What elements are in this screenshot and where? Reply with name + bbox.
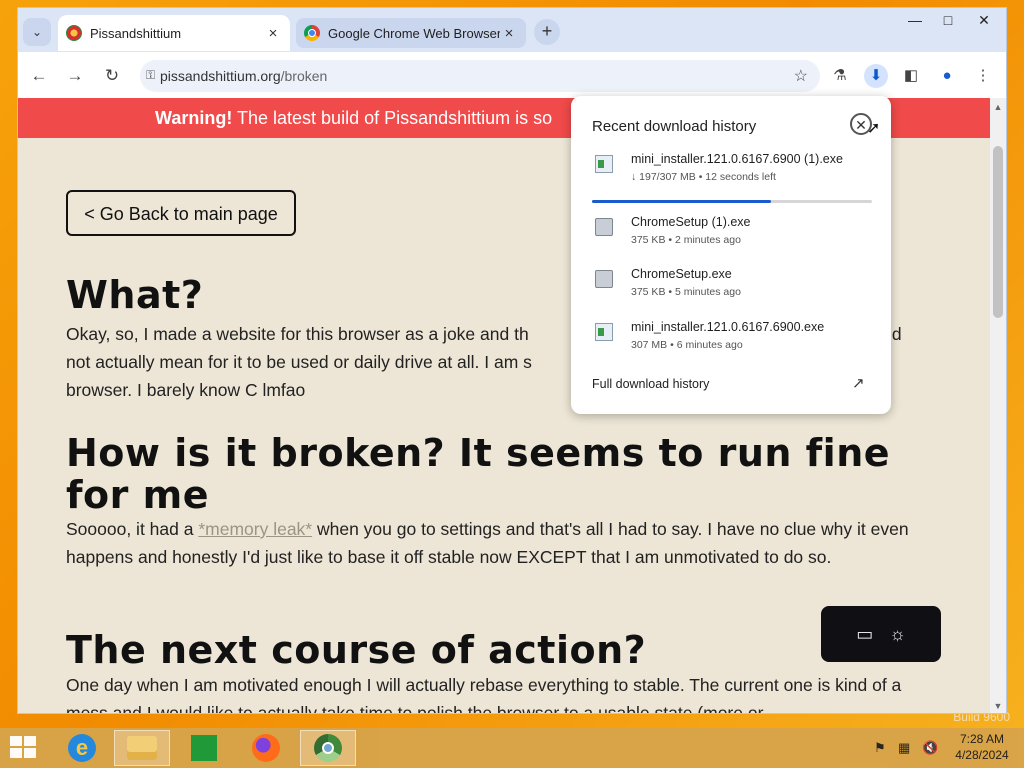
mouse-cursor-icon: ➚ (867, 120, 881, 137)
paragraph-what-line1-tail: id (888, 324, 902, 344)
clock-time: 7:28 AM (959, 732, 1005, 746)
full-download-history-link[interactable]: Full download history (592, 377, 709, 391)
theme-toggle[interactable]: ▭ ☼ (821, 606, 941, 662)
menu-icon[interactable]: ⋮ (971, 64, 995, 88)
scroll-down-icon[interactable]: ▼ (990, 701, 1006, 711)
download-progress-bar (592, 200, 872, 203)
paragraph-what-line2: not actually mean for it to be used or d… (66, 352, 532, 372)
network-icon[interactable]: ▦ (898, 740, 910, 756)
tab-title: Google Chrome Web Browser (328, 25, 500, 41)
download-history-popup: Recent download history ✕ ➚ mini_install… (571, 96, 891, 414)
heading-broken: How is it broken? It seems to run fine f… (66, 431, 891, 517)
go-back-button[interactable]: < Go Back to main page (66, 190, 296, 236)
download-progress-fill (592, 200, 772, 203)
setup-icon (595, 270, 613, 288)
side-panel-icon[interactable]: ◧ (899, 64, 923, 88)
url-path: /broken (280, 68, 328, 84)
download-item[interactable]: mini_installer.121.0.6167.6900.exe 307 M… (571, 317, 891, 361)
download-status: ↓ 197/307 MB • 12 seconds left (631, 171, 776, 183)
download-status: 375 KB • 5 minutes ago (631, 286, 741, 298)
download-icon[interactable]: ⬇ (864, 64, 888, 88)
folder-icon (127, 736, 157, 760)
back-button[interactable]: ← (28, 65, 50, 87)
download-item[interactable]: ChromeSetup.exe 375 KB • 5 minutes ago (571, 264, 891, 308)
taskbar-internet-explorer[interactable]: e (54, 730, 110, 766)
heading-next: The next course of action? (66, 628, 647, 672)
close-window-button[interactable]: ✕ (966, 12, 1002, 29)
volume-muted-icon[interactable]: 🔇 (922, 740, 938, 756)
download-filename: mini_installer.121.0.6167.6900 (1).exe (631, 152, 843, 166)
tab-search-button[interactable]: ⌄ (23, 18, 51, 46)
taskbar-firefox[interactable] (238, 730, 294, 766)
internet-explorer-icon: e (68, 734, 96, 762)
monitor-icon[interactable]: ▭ (856, 624, 873, 645)
taskbar: e ⚑ ▦ 🔇 7:28 AM 4/28/2024 (0, 728, 1024, 768)
reload-button[interactable]: ↻ (101, 65, 123, 87)
clock-date: 4/28/2024 (955, 748, 1009, 762)
firefox-icon (252, 734, 280, 762)
memory-leak-link[interactable]: *memory leak* (198, 519, 312, 539)
action-center-flag-icon[interactable]: ⚑ (874, 740, 886, 756)
download-status: 307 MB • 6 minutes ago (631, 339, 743, 351)
tab-close-icon[interactable]: × (500, 25, 518, 42)
url-domain: pissandshittium.org (160, 68, 281, 84)
open-external-icon[interactable]: ↗ (852, 374, 865, 392)
chevron-down-icon: ⌄ (31, 25, 43, 39)
chrome-favicon-icon (304, 25, 320, 41)
bookmark-star-icon[interactable]: ☆ (794, 66, 808, 86)
paragraph-next: One day when I am motivated enough I wil… (66, 675, 902, 713)
system-clock[interactable]: 7:28 AM 4/28/2024 (950, 731, 1014, 763)
start-button[interactable] (10, 736, 38, 760)
site-info-icon[interactable]: ⚿ (146, 68, 155, 83)
tab-title: Pissandshittium (90, 25, 182, 41)
scroll-up-icon[interactable]: ▲ (990, 102, 1006, 112)
setup-icon (595, 218, 613, 236)
pissandshittium-favicon-icon (66, 25, 82, 41)
store-icon (191, 735, 217, 761)
download-filename: ChromeSetup.exe (631, 267, 732, 281)
labs-icon[interactable]: ⚗ (828, 64, 852, 88)
address-bar[interactable]: ⚿ pissandshittium.org/broken ☆ (140, 60, 820, 92)
download-popup-title: Recent download history (592, 118, 757, 135)
download-filename: mini_installer.121.0.6167.6900.exe (631, 320, 825, 334)
tab-google-chrome[interactable]: Google Chrome Web Browser × (296, 18, 526, 48)
browser-toolbar: ← → ↻ ⚿ pissandshittium.org/broken ☆ ⚗ ⬇… (18, 52, 1006, 98)
browser-window: ⌄ Pissandshittium × Google Chrome Web Br… (18, 8, 1006, 713)
forward-button[interactable]: → (64, 65, 86, 87)
tab-close-icon[interactable]: × (264, 25, 282, 42)
new-tab-button[interactable]: + (534, 19, 560, 45)
paragraph-what-line3: browser. I barely know C lmfao (66, 380, 306, 400)
paragraph-broken: Sooooo, it had a *memory leak* when you … (66, 515, 946, 571)
download-status: 375 KB • 2 minutes ago (631, 234, 741, 246)
sun-icon[interactable]: ☼ (889, 624, 906, 645)
paragraph-broken-a: Sooooo, it had a (66, 519, 199, 539)
heading-what: What? (66, 273, 204, 317)
minimize-button[interactable]: — (900, 12, 930, 28)
taskbar-chromium[interactable] (300, 730, 356, 766)
url-text[interactable]: pissandshittium.org/broken (160, 68, 327, 84)
paragraph-what-line1: Okay, so, I made a website for this brow… (66, 324, 529, 344)
installer-icon (595, 323, 613, 341)
maximize-button[interactable]: □ (933, 12, 963, 28)
installer-icon (595, 155, 613, 173)
warning-label: Warning! (155, 108, 233, 128)
scroll-thumb[interactable] (993, 146, 1003, 318)
tab-strip: ⌄ Pissandshittium × Google Chrome Web Br… (18, 8, 1006, 52)
page-scrollbar[interactable]: ▲ ▼ (990, 98, 1006, 713)
download-item[interactable]: ChromeSetup (1).exe 375 KB • 2 minutes a… (571, 212, 891, 256)
tab-pissandshittium[interactable]: Pissandshittium × (58, 15, 290, 51)
warning-text: The latest build of Pissandshittium is s… (232, 108, 553, 128)
chromium-icon (314, 734, 342, 762)
taskbar-store[interactable] (176, 730, 232, 766)
download-filename: ChromeSetup (1).exe (631, 215, 751, 229)
download-item[interactable]: mini_installer.121.0.6167.6900 (1).exe ↓… (571, 149, 891, 193)
profile-icon[interactable]: ● (935, 64, 959, 88)
taskbar-file-explorer[interactable] (114, 730, 170, 766)
